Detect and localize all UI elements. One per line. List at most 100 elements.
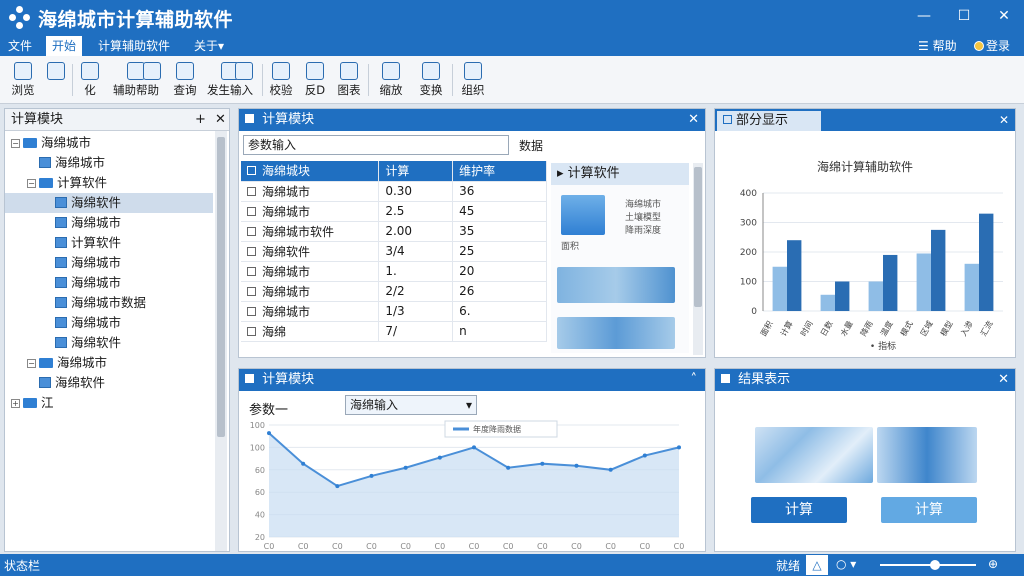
model-desc: 海绵城市 土壤模型 降雨深度 xyxy=(625,200,662,236)
bar-dark xyxy=(883,254,898,311)
row-checkbox[interactable] xyxy=(247,226,256,236)
tool-query[interactable]: 查询 xyxy=(170,60,200,100)
table-row[interactable]: 海绵 7/n xyxy=(241,321,547,342)
module-tree-panel: 计算模块 + ✕ − 海绵城市 海绵城市 − 计算软件 海绵软件 海绵城市 计算软件 海绵城市海… xyxy=(4,108,230,552)
tool-reverse[interactable]: 反D xyxy=(300,60,330,100)
tree-item[interactable]: 海绵城市数据 xyxy=(43,293,146,313)
tree-item[interactable]: 海绵城市 xyxy=(43,213,121,233)
bar-dark xyxy=(787,240,802,311)
zoom-slider-thumb[interactable] xyxy=(930,560,940,570)
close-button[interactable]: ✕ xyxy=(992,6,1016,26)
tree-item[interactable]: 海绵软件 xyxy=(43,333,121,353)
result-close-button[interactable]: ✕ xyxy=(998,369,1009,391)
row-checkbox[interactable] xyxy=(247,206,256,216)
table-row[interactable]: 海绵城市软件 2.00 35 xyxy=(241,221,547,242)
y-tick-label: 300 xyxy=(740,219,757,229)
expand-icon[interactable]: + xyxy=(11,399,20,408)
table-row[interactable]: 海绵软件 3/4 25 xyxy=(241,241,547,262)
x-tick-label: C0 xyxy=(605,542,616,551)
tool-check[interactable]: 校验 xyxy=(266,60,296,100)
zoom-icon[interactable]: ⊕ xyxy=(988,557,998,571)
calculate-secondary-button[interactable]: 计算 xyxy=(881,497,977,523)
table-cell: 36 xyxy=(452,181,547,202)
tree-item[interactable]: − 海绵城市 xyxy=(11,133,91,153)
table-row[interactable]: 海绵城市 2.5 45 xyxy=(241,201,547,222)
tool-cube[interactable]: 化 xyxy=(78,60,102,100)
tree-item[interactable]: 海绵软件 xyxy=(5,193,213,213)
table-row[interactable]: 海绵城市 1/3 6. xyxy=(241,301,547,322)
row-checkbox[interactable] xyxy=(247,286,256,296)
param-dropdown[interactable]: 海绵输入 ▾ xyxy=(345,395,477,415)
tool-organize[interactable]: 组织 xyxy=(456,60,490,100)
x-tick-label: C0 xyxy=(571,542,582,551)
table-scrollbar[interactable] xyxy=(693,163,703,355)
warning-icon[interactable]: △ xyxy=(806,555,828,575)
tree-item[interactable]: 计算软件 xyxy=(43,233,121,253)
table-scroll-thumb[interactable] xyxy=(694,167,702,307)
tab-partial-display[interactable]: 部分显示 xyxy=(717,111,821,131)
add-button[interactable]: + xyxy=(195,109,206,131)
tool-transform[interactable]: 变换 xyxy=(414,60,448,100)
menu-start[interactable]: 开始 xyxy=(46,36,83,56)
tree-item[interactable]: − 海绵城市 xyxy=(27,353,107,373)
screen-icon xyxy=(306,62,324,80)
tool-chart[interactable]: 图表 xyxy=(334,60,364,100)
map-icon xyxy=(340,62,358,80)
param-input-select[interactable]: 参数输入 xyxy=(243,135,509,155)
menu-login[interactable]: 登录 xyxy=(968,36,1016,56)
collapse-button[interactable]: ˄ xyxy=(691,369,698,391)
tree-scroll-thumb[interactable] xyxy=(217,137,225,437)
collapse-icon[interactable]: − xyxy=(11,139,20,148)
tree-item[interactable]: + 江 xyxy=(11,393,54,413)
table-row[interactable]: 海绵城市 0.30 36 xyxy=(241,181,547,202)
folder-icon xyxy=(14,62,32,80)
tool-zoom[interactable]: 缩放 xyxy=(374,60,408,100)
table-row[interactable]: 海绵城市 1. 20 xyxy=(241,261,547,282)
menu-help[interactable]: ☰ 帮助 xyxy=(912,36,963,56)
maximize-button[interactable]: ☐ xyxy=(952,6,976,26)
row-checkbox[interactable] xyxy=(247,326,256,336)
right-panel-close-button[interactable]: ✕ xyxy=(999,109,1009,131)
calculate-button[interactable]: 计算 xyxy=(751,497,847,523)
minimize-button[interactable]: — xyxy=(912,6,936,26)
zoom-slider[interactable] xyxy=(880,560,976,570)
result-image-left xyxy=(755,427,873,483)
square-icon xyxy=(245,114,254,123)
col-header-rate[interactable]: 维护率 xyxy=(452,161,547,182)
tree-item[interactable]: 海绵城市 xyxy=(43,273,121,293)
tool-image[interactable] xyxy=(44,60,68,100)
tool-browse[interactable]: 浏览 xyxy=(6,60,40,100)
status-ready: 就绪 xyxy=(776,559,801,573)
tree-item[interactable]: − 计算软件 xyxy=(27,173,107,193)
col-header-calc[interactable]: 计算 xyxy=(378,161,454,182)
row-checkbox[interactable] xyxy=(247,186,256,196)
row-checkbox[interactable] xyxy=(247,266,256,276)
panel-close-button[interactable]: ✕ xyxy=(215,109,226,131)
menu-file[interactable]: 文件 xyxy=(2,36,38,56)
tool-person[interactable] xyxy=(232,60,256,100)
col-header-block[interactable]: 海绵城块 xyxy=(241,161,380,182)
menu-calc-software[interactable]: 计算辅助软件 xyxy=(92,36,176,56)
tree-item[interactable]: 海绵城市 xyxy=(43,313,121,333)
row-checkbox[interactable] xyxy=(247,246,256,256)
collapse-icon[interactable]: − xyxy=(27,359,36,368)
y-tick-label: 100 xyxy=(740,278,757,288)
tree-item[interactable]: 海绵城市 xyxy=(27,153,105,173)
tree-scrollbar[interactable] xyxy=(215,131,227,551)
table-cell: 海绵城市 xyxy=(241,281,380,302)
tree-item[interactable]: 海绵城市 xyxy=(43,253,121,273)
toolbar-separator xyxy=(262,64,263,96)
tree-item[interactable]: 海绵软件 xyxy=(27,373,105,393)
x-tick-label: C0 xyxy=(366,542,377,551)
settings-toggle[interactable]: ○ ▾ xyxy=(836,557,856,571)
collapse-icon[interactable]: − xyxy=(27,179,36,188)
table-panel-close-button[interactable]: ✕ xyxy=(688,109,699,131)
menu-about[interactable]: 关于▾ xyxy=(188,36,230,56)
table-row[interactable]: 海绵城市 2/2 26 xyxy=(241,281,547,302)
row-checkbox[interactable] xyxy=(247,306,256,316)
data-table: 海绵城块 计算 维护率 海绵城市 0.30 36 海绵城市 2.5 45 海绵城市软件 2.0… xyxy=(241,161,547,342)
line-point xyxy=(540,461,545,466)
square-icon xyxy=(245,374,254,383)
tool-monitor[interactable] xyxy=(140,60,164,100)
table-cell: 1. xyxy=(378,261,454,282)
